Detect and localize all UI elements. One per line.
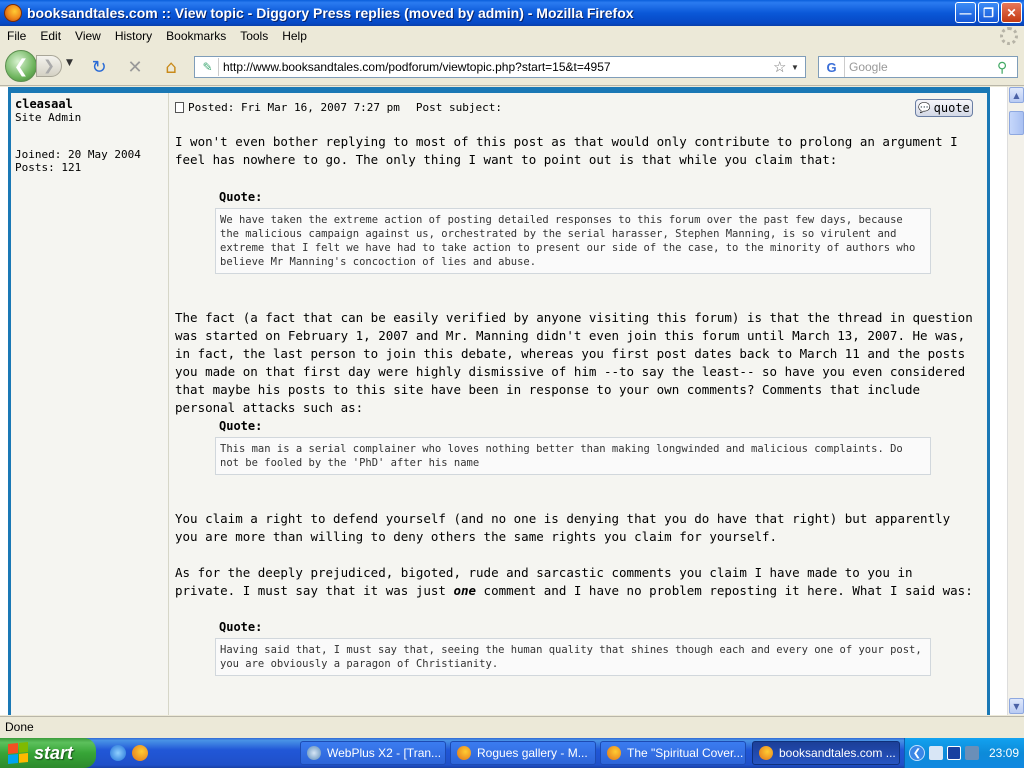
menu-bar: File Edit View History Bookmarks Tools H…	[0, 26, 1024, 46]
bookmark-star-icon[interactable]: ☆	[773, 58, 791, 76]
history-dropdown-icon[interactable]: ▼	[66, 58, 73, 68]
menu-view[interactable]: View	[68, 29, 108, 43]
tray-expand-icon[interactable]: ❮	[909, 745, 925, 761]
firefox-icon	[457, 746, 471, 760]
start-button[interactable]: start	[0, 738, 96, 768]
status-bar: Done	[0, 716, 1024, 737]
taskbar: start WebPlus X2 - [Tran... Rogues galle…	[0, 738, 1024, 768]
url-text[interactable]: http://www.booksandtales.com/podforum/vi…	[223, 60, 773, 74]
quote-block-3: Having said that, I must say that, seein…	[215, 638, 931, 676]
stop-icon[interactable]: ✕	[124, 56, 146, 78]
menu-tools[interactable]: Tools	[233, 29, 275, 43]
system-tray: ❮ 23:09	[904, 738, 1024, 768]
quote-button-label: quote	[933, 101, 970, 115]
taskbar-item-booksandtales[interactable]: booksandtales.com ...	[752, 741, 900, 765]
task-label: Rogues gallery - M...	[477, 746, 588, 760]
speech-bubble-icon: 💬	[918, 102, 931, 114]
quote-label-3: Quote:	[219, 620, 263, 634]
scroll-thumb[interactable]	[1009, 111, 1024, 135]
author-posts: Posts: 121	[15, 161, 82, 174]
para4-emphasis: one	[453, 583, 477, 598]
post-paragraph-4: As for the deeply prejudiced, bigoted, r…	[175, 564, 975, 600]
search-box[interactable]: G Google ⚲	[818, 56, 1018, 78]
post-header: Posted: Fri Mar 16, 2007 7:27 pm Post su…	[175, 101, 502, 114]
reload-icon[interactable]: ↻	[88, 56, 110, 78]
quote-label-2: Quote:	[219, 419, 263, 433]
site-identity-icon[interactable]: ✎	[197, 58, 219, 76]
menu-bookmarks[interactable]: Bookmarks	[159, 29, 233, 43]
title-bar: booksandtales.com :: View topic - Diggor…	[0, 0, 1024, 26]
scroll-up-arrow-icon[interactable]: ▲	[1009, 87, 1024, 103]
menu-file[interactable]: File	[0, 29, 33, 43]
minimize-button[interactable]: —	[955, 2, 976, 23]
para4-text-after: comment and I have no problem reposting …	[476, 583, 973, 598]
maximize-button[interactable]: ❐	[978, 2, 999, 23]
post-body: Posted: Fri Mar 16, 2007 7:27 pm Post su…	[171, 93, 973, 715]
author-rank: Site Admin	[15, 111, 82, 124]
post-paragraph-3: You claim a right to defend yourself (an…	[175, 511, 951, 544]
quote-block-1: We have taken the extreme action of post…	[215, 208, 931, 274]
throbber-icon	[1000, 27, 1018, 45]
search-placeholder[interactable]: Google	[845, 60, 997, 74]
search-engine-icon[interactable]: G	[819, 57, 845, 77]
menu-help[interactable]: Help	[275, 29, 314, 43]
quote-button[interactable]: 💬 quote	[915, 99, 973, 117]
clock[interactable]: 23:09	[989, 746, 1019, 760]
menu-edit[interactable]: Edit	[33, 29, 68, 43]
firefox-icon	[759, 746, 773, 760]
media-player-icon[interactable]	[947, 746, 961, 760]
author-panel: cleasaal Site Admin Joined: 20 May 2004 …	[11, 93, 169, 715]
taskbar-item-spiritual[interactable]: The "Spiritual Cover...	[600, 741, 746, 765]
windows-logo-icon	[8, 741, 28, 765]
close-button[interactable]: ✕	[1001, 2, 1022, 23]
quote-block-2: This man is a serial complainer who love…	[215, 437, 931, 475]
author-joined: Joined: 20 May 2004	[15, 148, 141, 161]
forward-button[interactable]: ❯	[36, 55, 62, 77]
post-icon	[175, 102, 184, 113]
task-label: The "Spiritual Cover...	[627, 746, 744, 760]
network-icon[interactable]	[929, 746, 943, 760]
volume-icon[interactable]	[965, 746, 979, 760]
window-title: booksandtales.com :: View topic - Diggor…	[27, 5, 634, 21]
taskbar-item-rogues[interactable]: Rogues gallery - M...	[450, 741, 596, 765]
search-icon[interactable]: ⚲	[997, 59, 1017, 76]
firefox-icon	[607, 746, 621, 760]
post-subject: Post subject:	[415, 101, 503, 114]
ie-quicklaunch-icon[interactable]	[110, 745, 126, 761]
vertical-scrollbar[interactable]: ▲ ▼	[1007, 87, 1024, 715]
url-dropdown-icon[interactable]: ▼	[791, 63, 805, 72]
scroll-down-arrow-icon[interactable]: ▼	[1009, 698, 1024, 714]
taskbar-item-webplus[interactable]: WebPlus X2 - [Tran...	[300, 741, 446, 765]
firefox-quicklaunch-icon[interactable]	[132, 745, 148, 761]
back-button[interactable]: ❮	[5, 50, 37, 82]
status-text: Done	[5, 720, 34, 734]
forum-post-frame: cleasaal Site Admin Joined: 20 May 2004 …	[8, 87, 990, 715]
webplus-icon	[307, 746, 321, 760]
page-content: cleasaal Site Admin Joined: 20 May 2004 …	[0, 87, 1007, 715]
navigation-toolbar: ❮ ❯ ▼ ↻ ✕ ⌂ ✎ http://www.booksandtales.c…	[0, 46, 1024, 86]
address-bar[interactable]: ✎ http://www.booksandtales.com/podforum/…	[194, 56, 806, 78]
menu-history[interactable]: History	[108, 29, 159, 43]
quote-label-1: Quote:	[219, 190, 263, 204]
post-date: Posted: Fri Mar 16, 2007 7:27 pm	[188, 101, 400, 114]
task-label: booksandtales.com ...	[779, 746, 896, 760]
post-paragraph-1: I won't even bother replying to most of …	[175, 134, 958, 167]
start-label: start	[34, 742, 74, 763]
home-icon[interactable]: ⌂	[160, 56, 182, 78]
author-name[interactable]: cleasaal	[15, 97, 168, 111]
post-paragraph-2: The fact (a fact that can be easily veri…	[175, 310, 973, 415]
task-label: WebPlus X2 - [Tran...	[327, 746, 442, 760]
firefox-icon	[4, 4, 22, 22]
